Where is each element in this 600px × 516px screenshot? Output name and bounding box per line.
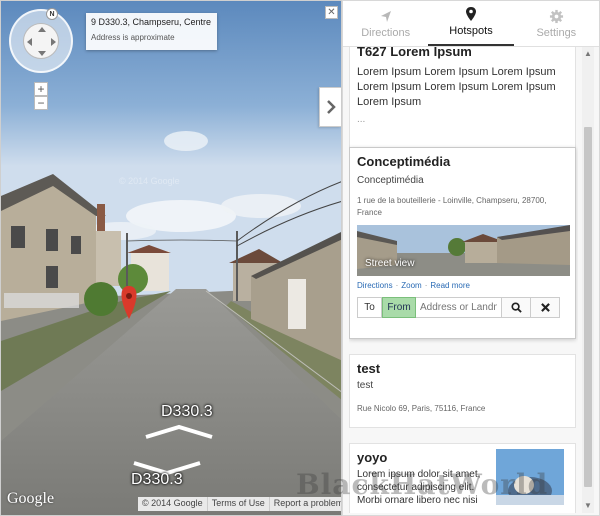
address-title: 9 D330.3, Champseru, Centre bbox=[91, 17, 212, 27]
tab-hotspots[interactable]: Hotspots bbox=[428, 1, 514, 46]
zoom-out-button[interactable]: − bbox=[34, 96, 48, 110]
scroll-down-icon[interactable]: ▼ bbox=[584, 501, 592, 510]
panel-scrollbar[interactable]: ▲ ▼ bbox=[582, 47, 594, 513]
tab-label: Directions bbox=[361, 27, 411, 39]
road-label[interactable]: D330.3 bbox=[161, 403, 213, 421]
hotspot-address: Rue Nicolo 69, Paris, 75116, France bbox=[357, 404, 486, 413]
road-label[interactable]: D330.3 bbox=[131, 471, 183, 489]
pan-up-icon[interactable] bbox=[38, 27, 46, 32]
scroll-up-icon[interactable]: ▲ bbox=[584, 49, 592, 58]
navigation-arrow-icon bbox=[380, 11, 391, 22]
tab-label: Settings bbox=[536, 27, 577, 39]
hotspot-subtitle: test bbox=[357, 380, 374, 391]
panel-tabs: Directions Hotspots Settings bbox=[343, 1, 599, 47]
watermark-logo: BlackHatWorld bbox=[296, 468, 549, 501]
compass-north-icon[interactable]: N bbox=[46, 8, 58, 20]
directions-link[interactable]: Directions bbox=[357, 281, 393, 290]
zoom-in-button[interactable]: + bbox=[34, 82, 48, 96]
route-clear-button[interactable] bbox=[531, 297, 560, 318]
hotspot-title: T627 Lorem Ipsum bbox=[357, 47, 472, 59]
read-more-link[interactable]: Read more bbox=[430, 281, 470, 290]
chevron-right-icon bbox=[326, 100, 336, 114]
hotspot-ellipsis: ... bbox=[357, 114, 366, 125]
street-view-label: Street view bbox=[365, 258, 415, 269]
hotspot-list[interactable]: T627 Lorem Ipsum Lorem Ipsum Lorem Ipsum… bbox=[349, 47, 578, 513]
tab-settings[interactable]: Settings bbox=[514, 1, 599, 46]
close-street-view-button[interactable]: ✕ bbox=[325, 6, 338, 19]
route-search-button[interactable] bbox=[502, 297, 531, 318]
pan-control[interactable] bbox=[23, 23, 59, 59]
map-pin-icon bbox=[465, 7, 476, 21]
to-button[interactable]: To bbox=[357, 297, 382, 318]
tab-label: Hotspots bbox=[449, 25, 493, 37]
gear-icon bbox=[549, 9, 563, 24]
search-icon bbox=[510, 302, 522, 313]
hotspot-address: 1 rue de la bouteillerie - Loinville, Ch… bbox=[357, 196, 547, 217]
hotspot-card-active[interactable]: Conceptimédia Conceptimédia 1 rue de la … bbox=[349, 147, 576, 339]
pan-right-icon[interactable] bbox=[51, 38, 56, 46]
hotspot-card[interactable]: test test Rue Nicolo 69, Paris, 75116, F… bbox=[349, 354, 576, 428]
hotspot-description: Lorem Ipsum Lorem Ipsum Lorem Ipsum Lore… bbox=[357, 66, 556, 108]
navigation-control[interactable]: N bbox=[9, 8, 73, 73]
close-icon bbox=[540, 303, 550, 312]
scrollbar-thumb[interactable] bbox=[584, 127, 592, 487]
pan-down-icon[interactable] bbox=[38, 51, 46, 56]
street-view-thumbnail[interactable]: Street view bbox=[357, 225, 570, 276]
hotspot-links: Directions · Zoom · Read more bbox=[357, 281, 470, 290]
street-view-pane[interactable]: © 2014 Google N + − 9 D330.3, Champseru,… bbox=[0, 0, 342, 516]
zoom-link[interactable]: Zoom bbox=[401, 281, 421, 290]
google-logo: Google bbox=[7, 490, 55, 507]
route-address-input[interactable] bbox=[416, 297, 502, 318]
street-view-scene[interactable]: © 2014 Google bbox=[1, 1, 342, 516]
copyright-text: © 2014 Google bbox=[138, 497, 208, 511]
address-subtitle: Address is approximate bbox=[91, 33, 175, 42]
address-box: 9 D330.3, Champseru, Centre Address is a… bbox=[86, 13, 217, 50]
svg-text:© 2014 Google: © 2014 Google bbox=[119, 176, 180, 186]
pan-left-icon[interactable] bbox=[27, 38, 32, 46]
terms-link[interactable]: Terms of Use bbox=[208, 497, 270, 511]
hotspot-title: test bbox=[357, 361, 381, 376]
side-panel: Directions Hotspots Settings T627 Lorem … bbox=[342, 0, 600, 516]
hotspot-subtitle: Conceptimédia bbox=[357, 175, 424, 186]
tab-directions[interactable]: Directions bbox=[343, 1, 428, 46]
hotspot-title: Conceptimédia bbox=[357, 154, 451, 169]
route-form: To From bbox=[357, 297, 568, 318]
from-button[interactable]: From bbox=[382, 297, 416, 318]
collapse-panel-button[interactable] bbox=[319, 87, 341, 127]
